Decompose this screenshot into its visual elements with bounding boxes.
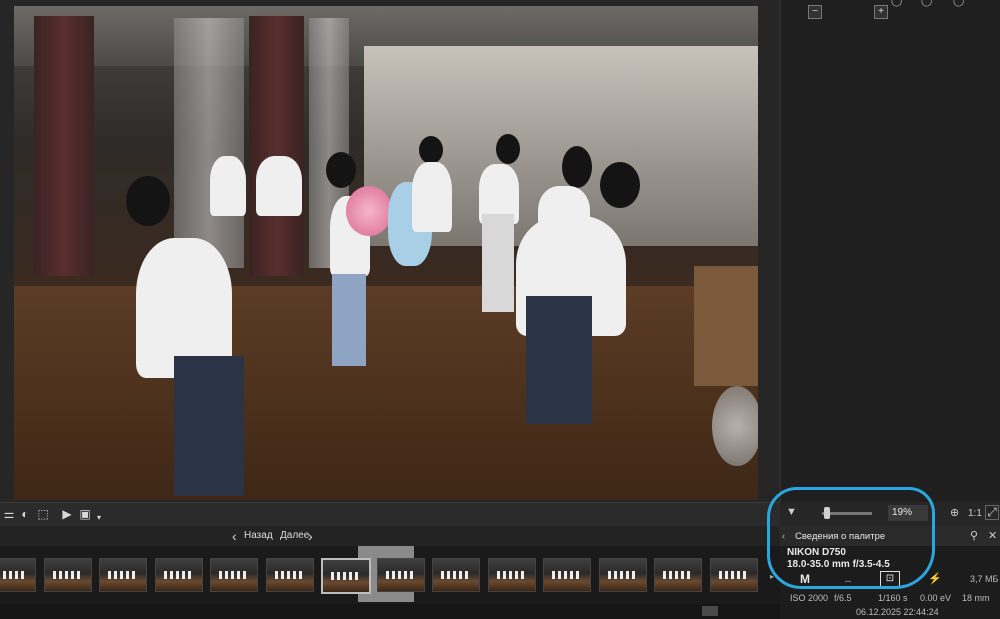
photo-person — [419, 136, 443, 164]
filmstrip-thumbnail[interactable] — [598, 558, 647, 592]
image-viewer — [0, 0, 780, 502]
filmstrip-thumbnail[interactable] — [432, 558, 480, 592]
photo-person — [210, 156, 246, 216]
panel-top-icon[interactable]: ◯ — [953, 0, 964, 7]
filmstrip-thumbnail[interactable] — [43, 558, 92, 592]
collapse-arrow-icon[interactable]: ‹ — [782, 531, 785, 541]
photo-sheer-curtain — [174, 18, 244, 268]
scroll-right-arrow-icon[interactable]: ▸ — [770, 572, 774, 581]
photo-bouquet — [346, 186, 392, 236]
crop-icon[interactable]: ⬚ — [36, 507, 50, 521]
dash-value: -- — [845, 576, 851, 586]
filmstrip-thumbnail[interactable] — [543, 558, 591, 592]
rotate-icon[interactable]: ◐ — [18, 507, 32, 521]
photo-person — [126, 176, 170, 226]
iso-value: ISO 2000 — [790, 593, 829, 603]
filmstrip-thumbnail[interactable] — [99, 558, 147, 592]
photo-curtain — [249, 16, 304, 276]
exposure-mode: M — [800, 572, 810, 586]
main-photo[interactable] — [14, 6, 758, 500]
photo-person — [256, 156, 302, 216]
info-palette-title: Сведения о палитре — [795, 531, 886, 542]
pin-icon[interactable]: ⚲ — [970, 529, 978, 542]
file-size: 3,7 МБ — [970, 574, 999, 584]
photo-person — [526, 296, 592, 424]
filmstrip-thumbnail[interactable] — [709, 558, 758, 592]
filmstrip-thumbnail[interactable] — [376, 558, 425, 592]
scrollbar-thumb[interactable] — [702, 606, 718, 616]
photo-person — [174, 356, 244, 496]
zoom-slider-knob[interactable] — [824, 507, 830, 519]
viewer-toolbar: ⚌ ◐ ⬚ ▶ ▣ ▾ — [0, 502, 780, 527]
photo-person — [332, 274, 366, 366]
photo-person — [482, 214, 514, 312]
photo-person — [412, 162, 452, 232]
magnifier-icon[interactable]: ⊕ — [950, 506, 959, 519]
filmstrip-thumbnail[interactable] — [210, 558, 258, 592]
adjust-sliders-icon[interactable]: ⚌ — [2, 507, 16, 521]
shutter-speed: 1/160 s — [878, 593, 908, 603]
filmstrip-navigation: ‹ Назад Далее › — [0, 526, 780, 546]
play-icon[interactable]: ▶ — [60, 507, 74, 521]
flash-icon: ⚡ — [928, 573, 942, 585]
chevron-left-icon[interactable]: ‹ — [232, 527, 237, 545]
focal-length: 18 mm — [962, 593, 990, 603]
photo-person — [326, 152, 356, 188]
filmstrip-scrollbar[interactable] — [0, 604, 780, 619]
filmstrip-thumbnail[interactable] — [487, 558, 536, 592]
photo-curtain — [34, 16, 94, 276]
camera-model: NIKON D750 — [787, 547, 846, 558]
exposure-compensation: 0.00 eV — [920, 593, 952, 603]
filmstrip-thumbnail[interactable] — [154, 558, 203, 592]
photo-person — [496, 134, 520, 164]
photo-balloon — [712, 386, 758, 466]
filmstrip-thumbnail[interactable] — [265, 558, 314, 592]
aperture-value: f/6.5 — [834, 593, 852, 603]
zoom-in-button[interactable]: + — [874, 5, 888, 19]
panel-top-icon[interactable]: ◯ — [921, 0, 932, 7]
photo-floor — [14, 286, 758, 500]
dropdown-arrow-icon[interactable]: ▾ — [92, 511, 106, 525]
filmstrip-thumbnail[interactable] — [0, 558, 36, 592]
chevron-right-icon[interactable]: › — [308, 527, 313, 545]
filmstrip-thumbnail[interactable] — [654, 558, 702, 592]
lens-info: 18.0-35.0 mm f/3.5-4.5 — [787, 559, 890, 570]
zoom-out-button[interactable]: − — [808, 5, 822, 19]
close-icon[interactable]: ✕ — [988, 529, 997, 542]
triangle-down-icon[interactable]: ▼ — [786, 506, 797, 518]
photo-person — [562, 146, 592, 188]
photo-person — [600, 162, 640, 208]
next-button[interactable]: Далее — [280, 529, 309, 543]
photo-table — [694, 266, 758, 386]
compare-icon[interactable]: ▣ — [78, 507, 92, 521]
zoom-1-1-button[interactable]: 1:1 — [968, 508, 982, 519]
zoom-value[interactable]: 19% — [888, 505, 928, 521]
metering-icon: ⊡ — [880, 571, 900, 587]
filmstrip-thumbnail[interactable] — [321, 558, 371, 594]
panel-top-icon[interactable]: ◯ — [891, 0, 902, 7]
capture-datetime: 06.12.2025 22:44:24 — [856, 607, 939, 617]
back-button[interactable]: Назад — [244, 529, 273, 543]
fit-screen-icon[interactable]: ⤢ — [985, 505, 999, 520]
